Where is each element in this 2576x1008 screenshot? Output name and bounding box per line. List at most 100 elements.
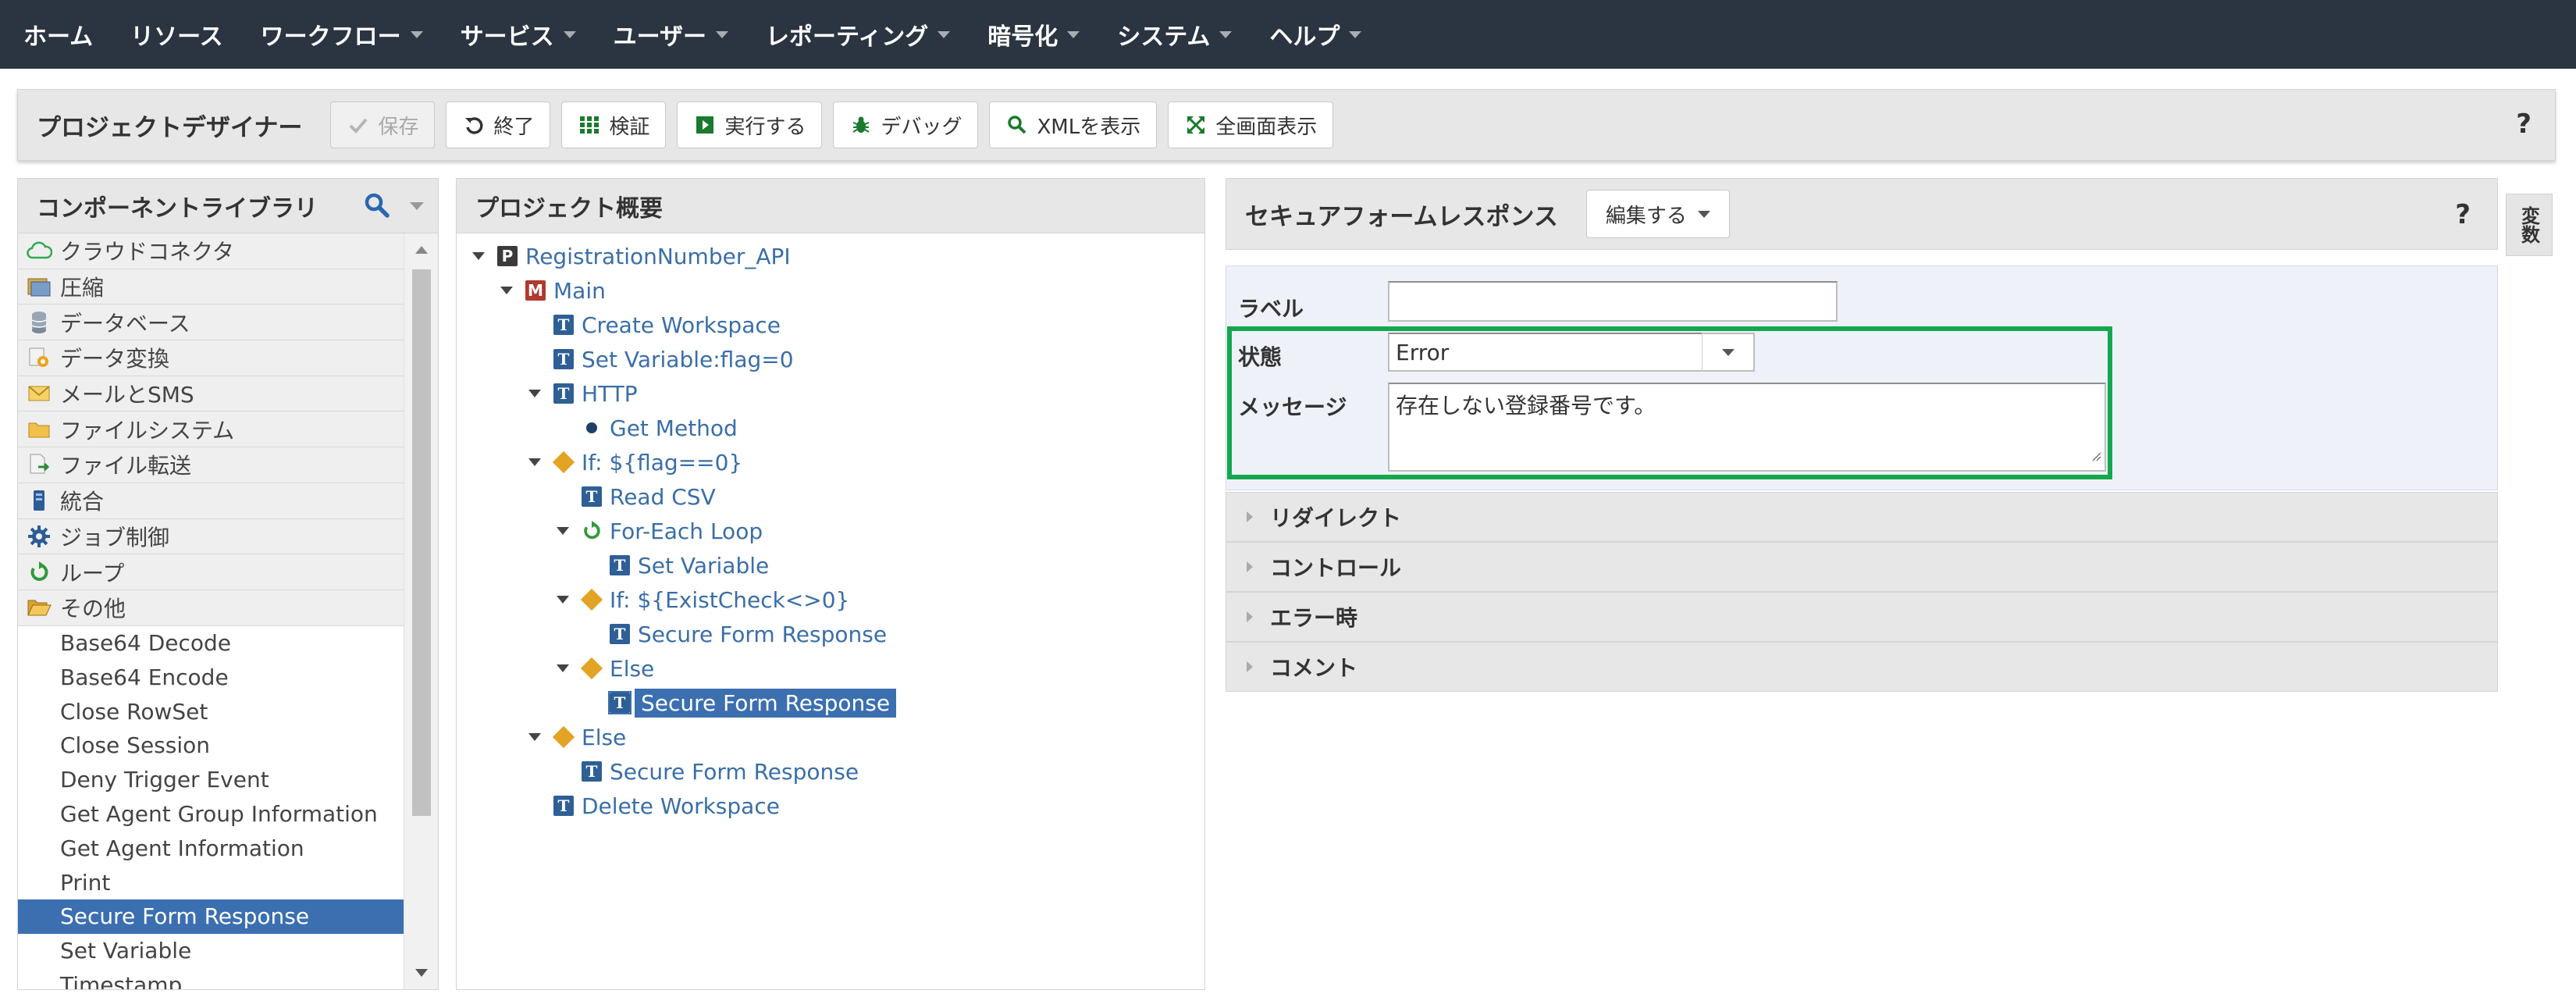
mail-icon bbox=[26, 380, 52, 407]
tree-node-set-variable[interactable]: T Set Variable bbox=[583, 549, 769, 582]
nav-workflow[interactable]: ワークフロー bbox=[261, 17, 423, 52]
component-close-rowset[interactable]: Close RowSet bbox=[18, 694, 404, 728]
component-get-agent-group-information[interactable]: Get Agent Group Information bbox=[18, 797, 404, 832]
nav-reporting[interactable]: レポーティング bbox=[766, 17, 951, 52]
tree-node-if-flag[interactable]: If: ${flag==0} bbox=[527, 446, 742, 479]
category-job-control[interactable]: ジョブ制御 bbox=[18, 518, 404, 555]
tree-node-secure-form-response[interactable]: T Secure Form Response bbox=[555, 755, 859, 788]
tree-node-secure-form-response-selected[interactable]: T Secure Form Response bbox=[583, 686, 897, 719]
nav-users[interactable]: ユーザー bbox=[613, 17, 729, 52]
section-comment[interactable]: コメント bbox=[1226, 642, 2498, 692]
resize-grip-icon[interactable] bbox=[2089, 441, 2101, 467]
nav-services[interactable]: サービス bbox=[461, 17, 576, 52]
nav-system[interactable]: システム bbox=[1117, 17, 1233, 52]
scrollbar-thumb[interactable] bbox=[412, 269, 431, 816]
label-field-input[interactable] bbox=[1388, 281, 1838, 322]
show-xml-button[interactable]: XMLを表示 bbox=[989, 102, 1158, 148]
section-on-error[interactable]: エラー時 bbox=[1226, 592, 2498, 642]
category-other[interactable]: その他 bbox=[18, 589, 404, 626]
bullet-icon bbox=[582, 418, 602, 438]
expand-toggle[interactable] bbox=[527, 386, 543, 401]
expand-toggle[interactable] bbox=[555, 592, 571, 607]
category-compression[interactable]: 圧縮 bbox=[18, 269, 404, 305]
component-get-agent-information[interactable]: Get Agent Information bbox=[18, 831, 404, 865]
category-loop[interactable]: ループ bbox=[18, 554, 404, 590]
expand-toggle[interactable] bbox=[527, 454, 543, 470]
category-database[interactable]: データベース bbox=[18, 305, 404, 341]
search-icon[interactable] bbox=[363, 191, 391, 226]
expand-toggle[interactable] bbox=[555, 523, 571, 539]
message-field-textarea[interactable]: 存在しない登録番号です。 bbox=[1388, 383, 2106, 472]
component-timestamp[interactable]: Timestamp bbox=[18, 968, 404, 989]
nav-help-label: ヘルプ bbox=[1269, 23, 1340, 51]
component-base64-decode[interactable]: Base64 Decode bbox=[18, 626, 404, 661]
component-base64-encode[interactable]: Base64 Encode bbox=[18, 660, 404, 694]
status-dropdown-toggle[interactable] bbox=[1702, 333, 1755, 372]
component-library-header: コンポーネントライブラリ bbox=[18, 179, 438, 233]
category-integration[interactable]: 統合 bbox=[18, 483, 404, 519]
scroll-up-icon[interactable] bbox=[415, 246, 428, 254]
fullscreen-button[interactable]: 全画面表示 bbox=[1168, 102, 1334, 148]
nav-encryption[interactable]: 暗号化 bbox=[987, 17, 1080, 52]
expand-toggle-spacer bbox=[555, 420, 571, 436]
status-field-input[interactable] bbox=[1388, 333, 1703, 372]
category-cloud-connectors[interactable]: クラウドコネクタ bbox=[18, 233, 404, 269]
expand-toggle-spacer bbox=[583, 695, 599, 711]
run-button-label: 実行する bbox=[724, 115, 806, 139]
undo-icon bbox=[462, 113, 486, 137]
component-secure-form-response[interactable]: Secure Form Response bbox=[18, 899, 404, 934]
category-label: メールとSMS bbox=[60, 382, 194, 408]
section-redirect[interactable]: リダイレクト bbox=[1226, 492, 2498, 542]
save-button[interactable]: 保存 bbox=[330, 102, 436, 148]
nav-home[interactable]: ホーム bbox=[23, 17, 93, 52]
scroll-down-icon[interactable] bbox=[415, 969, 428, 977]
chevron-down-icon[interactable] bbox=[410, 202, 424, 210]
tree-node-for-each-loop[interactable]: For-Each Loop bbox=[555, 515, 763, 547]
tree-node-read-csv[interactable]: T Read CSV bbox=[555, 480, 716, 513]
chevron-down-icon bbox=[1349, 30, 1362, 38]
tree-node-label: HTTP bbox=[582, 380, 638, 407]
expand-toggle[interactable] bbox=[471, 248, 486, 264]
run-button[interactable]: 実行する bbox=[677, 102, 823, 148]
expand-toggle[interactable] bbox=[527, 729, 543, 745]
edit-dropdown-button[interactable]: 編集する bbox=[1585, 190, 1730, 238]
tree-node-http[interactable]: T HTTP bbox=[527, 377, 638, 410]
component-list-scrollbar[interactable] bbox=[404, 233, 438, 989]
tree-node-delete-workspace[interactable]: T Delete Workspace bbox=[527, 789, 780, 822]
chevron-down-icon bbox=[938, 30, 951, 38]
component-print[interactable]: Print bbox=[18, 865, 404, 899]
nav-resources[interactable]: リソース bbox=[130, 17, 223, 52]
section-label: コントロール bbox=[1270, 555, 1402, 581]
tree-node-if-existcheck[interactable]: If: ${ExistCheck<>0} bbox=[555, 583, 849, 616]
tree-node-get-method[interactable]: Get Method bbox=[555, 411, 738, 444]
debug-button[interactable]: デバッグ bbox=[833, 102, 979, 148]
nav-services-label: サービス bbox=[460, 23, 554, 51]
tree-node-else[interactable]: Else bbox=[555, 652, 654, 685]
tree-node-main[interactable]: M Main bbox=[499, 274, 606, 307]
help-button[interactable]: ? bbox=[2516, 109, 2532, 140]
tree-node-create-workspace[interactable]: T Create Workspace bbox=[527, 308, 781, 341]
exit-button[interactable]: 終了 bbox=[446, 102, 551, 148]
detail-panel-header: セキュアフォームレスポンス 編集する ? bbox=[1226, 178, 2498, 250]
component-deny-trigger-event[interactable]: Deny Trigger Event bbox=[18, 763, 404, 797]
category-file-transfer[interactable]: ファイル転送 bbox=[18, 447, 404, 483]
validate-button[interactable]: 検証 bbox=[561, 102, 667, 148]
expand-toggle[interactable] bbox=[555, 661, 571, 676]
component-close-session[interactable]: Close Session bbox=[18, 728, 404, 763]
component-set-variable[interactable]: Set Variable bbox=[18, 934, 404, 968]
chevron-down-icon bbox=[528, 733, 541, 741]
tree-node-project[interactable]: P RegistrationNumber_API bbox=[471, 240, 791, 272]
section-control[interactable]: コントロール bbox=[1226, 542, 2498, 592]
nav-users-label: ユーザー bbox=[613, 23, 707, 51]
tree-node-set-variable-flag[interactable]: T Set Variable:flag=0 bbox=[527, 343, 794, 376]
condition-icon bbox=[552, 451, 575, 474]
tree-node-else[interactable]: Else bbox=[527, 721, 626, 753]
expand-toggle[interactable] bbox=[499, 283, 514, 298]
variables-side-tab[interactable]: 変数 bbox=[2506, 194, 2553, 256]
category-data-transform[interactable]: データ変換 bbox=[18, 340, 404, 376]
category-file-system[interactable]: ファイルシステム bbox=[18, 411, 404, 448]
category-mail-sms[interactable]: メールとSMS bbox=[18, 376, 404, 412]
nav-help[interactable]: ヘルプ bbox=[1269, 17, 1362, 52]
help-button[interactable]: ? bbox=[2455, 199, 2471, 230]
tree-node-secure-form-response[interactable]: T Secure Form Response bbox=[583, 618, 887, 650]
